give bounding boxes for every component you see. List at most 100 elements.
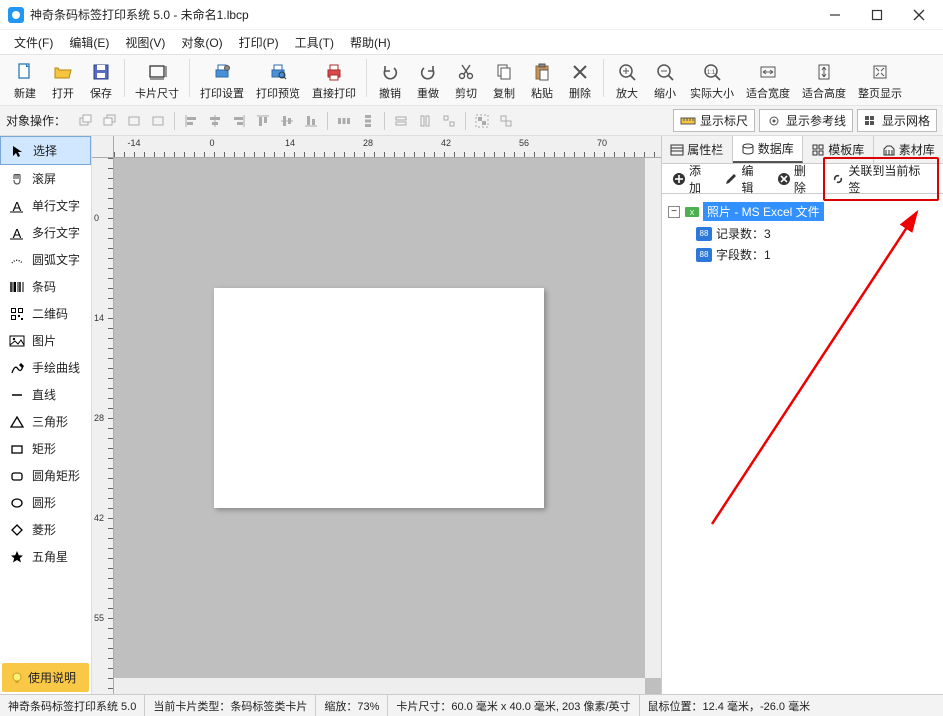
ruler-horizontal: -1401428425670 <box>114 136 661 158</box>
tool-textA[interactable]: A单行文字 <box>0 192 91 219</box>
group-icon[interactable] <box>472 112 492 130</box>
toggle-ruler[interactable]: 显示标尺 <box>673 109 755 132</box>
tool-pen[interactable]: 手绘曲线 <box>0 354 91 381</box>
tool-palette: 选择滚屏A单行文字A多行文字圆弧文字条码二维码图片手绘曲线直线三角形矩形圆角矩形… <box>0 136 92 694</box>
scrollbar-horizontal[interactable] <box>114 678 645 694</box>
same-size-icon[interactable] <box>439 112 459 130</box>
menu-item[interactable]: 编辑(E) <box>61 32 117 53</box>
status-app: 神奇条码标签打印系统 5.0 <box>0 695 145 716</box>
layer-up-icon[interactable] <box>124 112 144 130</box>
toolbar-fitpage-button[interactable]: 整页显示 <box>852 59 908 103</box>
app-icon <box>8 7 24 23</box>
tool-cursor[interactable]: 选择 <box>0 136 91 165</box>
tool-rect[interactable]: 矩形 <box>0 435 91 462</box>
tool-line[interactable]: 直线 <box>0 381 91 408</box>
canvas-viewport[interactable] <box>114 158 645 678</box>
tool-circle[interactable]: 圆形 <box>0 489 91 516</box>
zoomout-icon <box>654 61 676 83</box>
toolbar-open-button[interactable]: 打开 <box>44 59 82 103</box>
db-delete-button[interactable]: 删除 <box>771 159 823 199</box>
align-center-h-icon[interactable] <box>205 112 225 130</box>
toolbar-zoom100-button[interactable]: 1:1实际大小 <box>684 59 740 103</box>
layer-down-icon[interactable] <box>148 112 168 130</box>
tool-hand[interactable]: 滚屏 <box>0 165 91 192</box>
print-icon <box>323 61 345 83</box>
toolbar-copy-button[interactable]: 复制 <box>485 59 523 103</box>
new-icon <box>14 61 36 83</box>
redo-icon <box>417 61 439 83</box>
scrollbar-vertical[interactable] <box>645 158 661 678</box>
tool-tri[interactable]: 三角形 <box>0 408 91 435</box>
align-bottom-icon[interactable] <box>301 112 321 130</box>
tab-icon <box>811 144 825 156</box>
toggle-guides[interactable]: 显示参考线 <box>759 109 853 132</box>
dist-h-icon[interactable] <box>334 112 354 130</box>
toolbar-fitw-button[interactable]: 适合宽度 <box>740 59 796 103</box>
minimize-button[interactable] <box>823 5 847 25</box>
textA-icon: A <box>8 198 26 214</box>
tree-collapse-toggle[interactable]: − <box>668 206 680 218</box>
tool-textA[interactable]: A多行文字 <box>0 219 91 246</box>
toolbar-cut-button[interactable]: 剪切 <box>447 59 485 103</box>
toolbar-redo-button[interactable]: 重做 <box>409 59 447 103</box>
align-top-icon[interactable] <box>253 112 273 130</box>
close-button[interactable] <box>907 5 931 25</box>
database-actions: 添加 编辑 删除 关联到当前标签 <box>662 164 943 194</box>
layer-front-icon[interactable] <box>76 112 96 130</box>
image-icon <box>8 333 26 349</box>
menu-item[interactable]: 打印(P) <box>231 32 287 53</box>
tree-root-node[interactable]: 照片 - MS Excel 文件 <box>703 202 824 221</box>
toolbar-save-button[interactable]: 保存 <box>82 59 120 103</box>
label-page[interactable] <box>214 288 544 508</box>
qr-icon <box>8 306 26 322</box>
undo-icon <box>379 61 401 83</box>
circle-icon <box>8 495 26 511</box>
menu-item[interactable]: 视图(V) <box>117 32 173 53</box>
toolbar-fith-button[interactable]: 适合高度 <box>796 59 852 103</box>
toolbar-delete-button[interactable]: 删除 <box>561 59 599 103</box>
toolbar-zoomin-button[interactable]: 放大 <box>608 59 646 103</box>
object-ops-label: 对象操作： <box>6 112 66 129</box>
same-width-icon[interactable] <box>391 112 411 130</box>
link-icon <box>831 172 845 186</box>
tool-image[interactable]: 图片 <box>0 327 91 354</box>
save-icon <box>90 61 112 83</box>
help-button[interactable]: 使用说明 <box>2 663 89 692</box>
menu-item[interactable]: 帮助(H) <box>342 32 399 53</box>
toolbar-zoomout-button[interactable]: 缩小 <box>646 59 684 103</box>
align-left-icon[interactable] <box>181 112 201 130</box>
toolbar-paste-button[interactable]: 粘贴 <box>523 59 561 103</box>
db-add-button[interactable]: 添加 <box>666 159 718 199</box>
same-height-icon[interactable] <box>415 112 435 130</box>
line-icon <box>8 387 26 403</box>
menu-item[interactable]: 对象(O) <box>173 32 230 53</box>
canvas-area[interactable]: -1401428425670 014284255 <box>92 136 661 694</box>
tool-diamond[interactable]: 菱形 <box>0 516 91 543</box>
align-middle-v-icon[interactable] <box>277 112 297 130</box>
zoom100-icon: 1:1 <box>701 61 723 83</box>
tool-star[interactable]: 五角星 <box>0 543 91 570</box>
align-right-icon[interactable] <box>229 112 249 130</box>
tool-arc[interactable]: 圆弧文字 <box>0 246 91 273</box>
tree-field-count[interactable]: 88字段数：1 <box>696 244 937 265</box>
tool-rrect[interactable]: 圆角矩形 <box>0 462 91 489</box>
menu-item[interactable]: 工具(T) <box>287 32 342 53</box>
ungroup-icon[interactable] <box>496 112 516 130</box>
toolbar-new-button[interactable]: 新建 <box>6 59 44 103</box>
toolbar-cardsize-button[interactable]: 卡片尺寸 <box>129 59 185 103</box>
maximize-button[interactable] <box>865 5 889 25</box>
tool-barcode[interactable]: 条码 <box>0 273 91 300</box>
menu-item[interactable]: 文件(F) <box>6 32 61 53</box>
layer-back-icon[interactable] <box>100 112 120 130</box>
toggle-grid[interactable]: 显示网格 <box>857 109 937 132</box>
lightbulb-icon <box>10 671 24 685</box>
dist-v-icon[interactable] <box>358 112 378 130</box>
tree-record-count[interactable]: 88记录数：3 <box>696 223 937 244</box>
count-icon: 88 <box>696 227 712 241</box>
db-edit-button[interactable]: 编辑 <box>718 159 770 199</box>
toolbar-undo-button[interactable]: 撤销 <box>371 59 409 103</box>
toolbar-preview-button[interactable]: 打印预览 <box>250 59 306 103</box>
toolbar-print-button[interactable]: 直接打印 <box>306 59 362 103</box>
toolbar-printset-button[interactable]: 打印设置 <box>194 59 250 103</box>
tool-qr[interactable]: 二维码 <box>0 300 91 327</box>
